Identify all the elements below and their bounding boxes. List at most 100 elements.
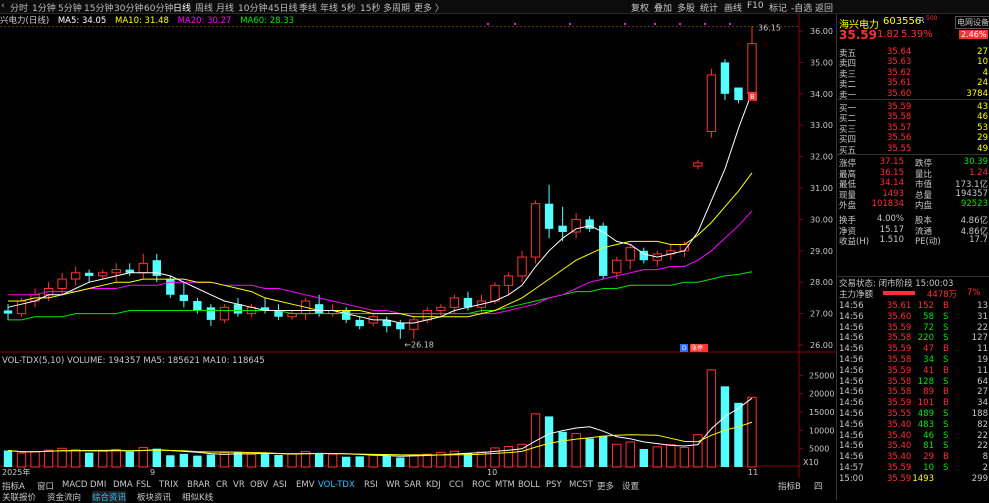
net-flow-pct: 7%	[967, 288, 981, 298]
candle-body	[679, 244, 690, 252]
tick-row: 14:56 35.61 152 B 13	[837, 301, 989, 311]
low-price-label: ←26.18	[404, 340, 434, 349]
indicator-b-tab[interactable]: 指标B	[778, 480, 801, 492]
indicator-tab[interactable]: MACD	[62, 480, 87, 490]
kline-chart[interactable]: 36.00 35.00 34.00 33.00 32.00 31.00 30.00 29.00…	[0, 0, 836, 478]
indicator-tab[interactable]: KDJ	[426, 480, 441, 490]
indicator-tab[interactable]: TRIX	[159, 480, 178, 490]
indicator-tab[interactable]: RSI	[364, 480, 378, 490]
indicator-tab[interactable]: ROC	[472, 480, 491, 490]
indicator-tab[interactable]: EMV	[296, 480, 315, 490]
last-price: 35.59	[839, 28, 877, 42]
tick-time: 14:56	[839, 387, 864, 398]
bid-price: 35.55	[887, 143, 912, 154]
tick-side: S	[943, 355, 949, 365]
candle-body	[544, 203, 554, 229]
tick-volume: 10	[923, 463, 934, 473]
indicator-tab[interactable]: WR	[386, 480, 400, 490]
tick-time: 14:56	[839, 419, 864, 430]
price-pct: 5.39%	[901, 29, 933, 40]
ask-row: 卖三 35.62 4	[837, 68, 989, 80]
indicator-tab[interactable]: ASI	[273, 480, 287, 490]
candle-body	[530, 203, 541, 258]
tick-side: S	[943, 441, 949, 452]
tick-time: 14:56	[839, 376, 864, 387]
stat-value: 4.00%	[876, 214, 904, 224]
tick-row: 14:56 35.59 72 S 22	[837, 323, 989, 333]
volume-bar	[193, 455, 202, 467]
tick-volume: 1493	[912, 473, 934, 484]
stat-value: 37.15	[879, 157, 904, 167]
tick-volume: 489	[917, 409, 934, 419]
tick-volume: 101	[917, 398, 934, 409]
volume-bar	[585, 438, 594, 467]
bid-price: 35.57	[887, 122, 912, 133]
stat-value: 1493	[882, 188, 904, 199]
tick-side: B	[943, 387, 949, 398]
tick-row: 14:56 35.59 101 B 34	[837, 398, 989, 408]
event-marker	[624, 23, 626, 25]
ask-volume: 27	[977, 47, 988, 57]
indicator-tab[interactable]: DMI	[90, 480, 106, 490]
date-label: 10	[487, 468, 497, 477]
r-badge: R	[919, 16, 925, 25]
tick-time: 14:56	[839, 398, 864, 409]
indicator-tab[interactable]: MCST	[569, 480, 593, 490]
ask-price: 35.64	[887, 47, 912, 57]
event-marker	[487, 23, 489, 25]
volume-tick-label: 25000	[809, 371, 834, 380]
tick-row: 14:56 35.40 81 S 22	[837, 441, 989, 451]
volume-bar	[368, 454, 378, 468]
ask-row: 卖一 35.60 3784	[837, 89, 989, 101]
indicator-tab[interactable]: DMA	[113, 480, 133, 490]
info-tab[interactable]: 相似K线	[182, 491, 213, 503]
tick-time: 14:56	[839, 409, 864, 419]
ma10-line	[8, 172, 753, 318]
candle-body	[625, 247, 635, 261]
event-marker	[654, 23, 656, 25]
candle-body	[3, 310, 13, 314]
price-tick-label: 27.00	[810, 310, 833, 319]
tick-count: 11	[977, 365, 988, 376]
volume-bar	[166, 455, 175, 467]
indicator-tab[interactable]: SAR	[404, 480, 421, 490]
tick-time: 14:56	[839, 430, 864, 441]
indicator-tab[interactable]: FSL	[136, 480, 151, 490]
ask-row: 卖五 35.64 27	[837, 47, 989, 59]
high-price-label: 36.15	[758, 23, 781, 32]
extra-tab[interactable]: 四	[814, 480, 823, 492]
volume-bar	[599, 435, 608, 467]
indicator-tab[interactable]: VOL-TDX	[318, 480, 355, 490]
ask-volume: 10	[977, 57, 988, 68]
stat-value: 34.14	[879, 178, 904, 189]
indicator-tab[interactable]: MTM	[495, 480, 515, 490]
tick-price: 35.40	[887, 441, 912, 452]
indicator-tab[interactable]: CR	[216, 480, 228, 490]
tick-count: 64	[977, 376, 988, 387]
bid-volume: 49	[977, 143, 988, 154]
price-tick-label: 36.00	[810, 27, 833, 36]
candle-body	[97, 272, 108, 277]
volume-bar	[274, 454, 283, 467]
tick-time: 15:00	[839, 473, 864, 484]
indicator-tab[interactable]: VR	[233, 480, 245, 490]
volume-bar	[544, 416, 554, 467]
tick-side: B	[943, 301, 949, 311]
info-tab[interactable]: 资金流向	[47, 491, 81, 503]
indicator-tab[interactable]: BRAR	[187, 480, 210, 490]
bid-volume: 53	[977, 122, 988, 133]
bid-volume: 29	[977, 133, 988, 144]
volume-legend: VOL-TDX(5,10) VOLUME: 194357 MA5: 185621…	[2, 356, 265, 366]
indicator-tab[interactable]: CCI	[449, 480, 463, 490]
volume-bar	[558, 431, 567, 467]
ma5-line	[7, 92, 753, 324]
tick-time: 14:56	[839, 365, 864, 376]
indicator-tab[interactable]: BOLL	[518, 480, 540, 490]
tick-price: 35.59	[887, 365, 912, 376]
candle-body	[517, 256, 527, 277]
info-tab[interactable]: 综合资讯	[92, 491, 127, 503]
indicator-tab[interactable]: OBV	[250, 480, 268, 490]
info-tab[interactable]: 板块资讯	[137, 491, 171, 503]
indicator-tab[interactable]: PSY	[546, 480, 562, 490]
info-tab[interactable]: 关联报价	[2, 491, 36, 503]
